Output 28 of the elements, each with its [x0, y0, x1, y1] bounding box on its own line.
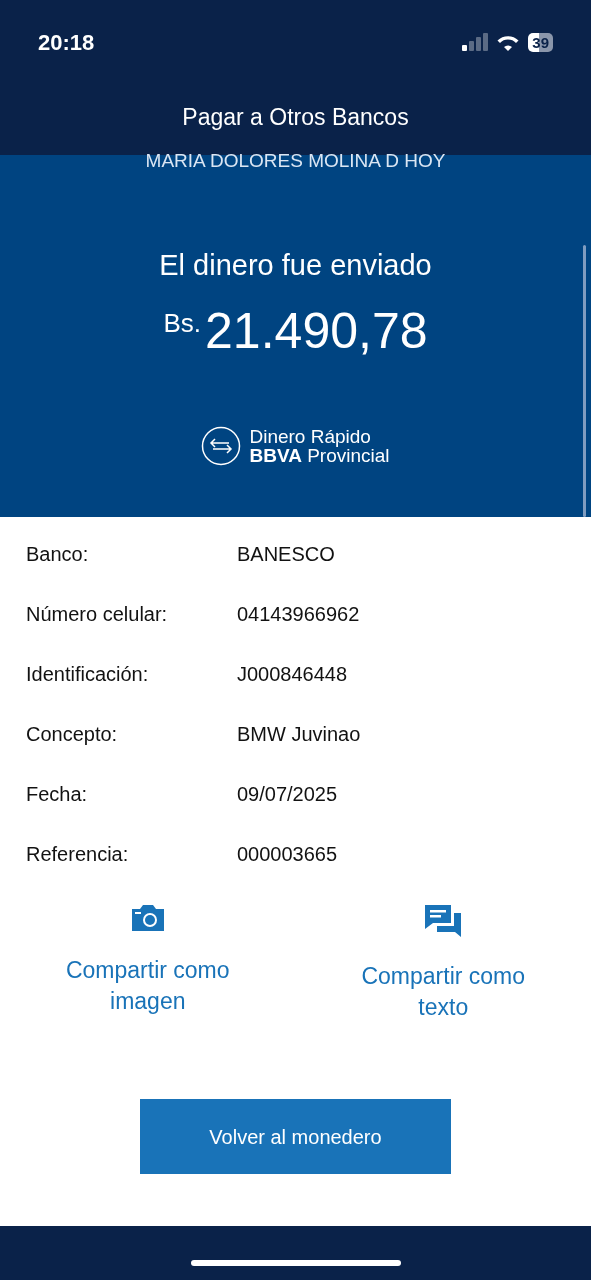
bank-name: BBVA Provincial: [249, 446, 390, 465]
currency-symbol: Bs.: [163, 306, 202, 340]
detail-value: BANESCO: [237, 542, 335, 567]
detail-label: Referencia:: [26, 842, 130, 867]
detail-value: J000846448: [237, 662, 348, 687]
detail-value: 04143966962: [237, 602, 360, 627]
share-button[interactable]: Compartir como imagen: [42, 955, 253, 1017]
screen-title: Pagar a Otros Bancos: [182, 103, 409, 133]
detail-value: 09/07/2025: [237, 782, 338, 807]
amount: 21.490,78: [205, 301, 428, 361]
detail-label: Fecha:: [26, 782, 89, 807]
wifi-icon: [496, 33, 521, 51]
back-to-wallet-button[interactable]: Volver al monedero: [140, 1099, 451, 1174]
status-time: 20:18: [38, 28, 95, 57]
detail-value: 000003665: [237, 842, 338, 867]
detail-value: BMW Juvinao: [237, 722, 361, 747]
chat-icon: [423, 903, 464, 939]
share-button[interactable]: Compartir como texto: [338, 961, 549, 1023]
brand-name: Dinero Rápido: [249, 427, 372, 446]
transfer-arrows-icon: [201, 426, 242, 466]
signal-icon: [462, 33, 489, 51]
detail-label: Concepto:: [26, 722, 119, 747]
detail-label: Banco:: [26, 542, 90, 567]
detail-label: Identificación:: [26, 662, 150, 687]
detail-label: Número celular:: [26, 602, 169, 627]
confirmation-message: El dinero fue enviado: [159, 248, 432, 283]
recipient-name: MARIA DOLORES MOLINA D HOY: [145, 151, 446, 170]
camera-icon: [129, 903, 166, 933]
